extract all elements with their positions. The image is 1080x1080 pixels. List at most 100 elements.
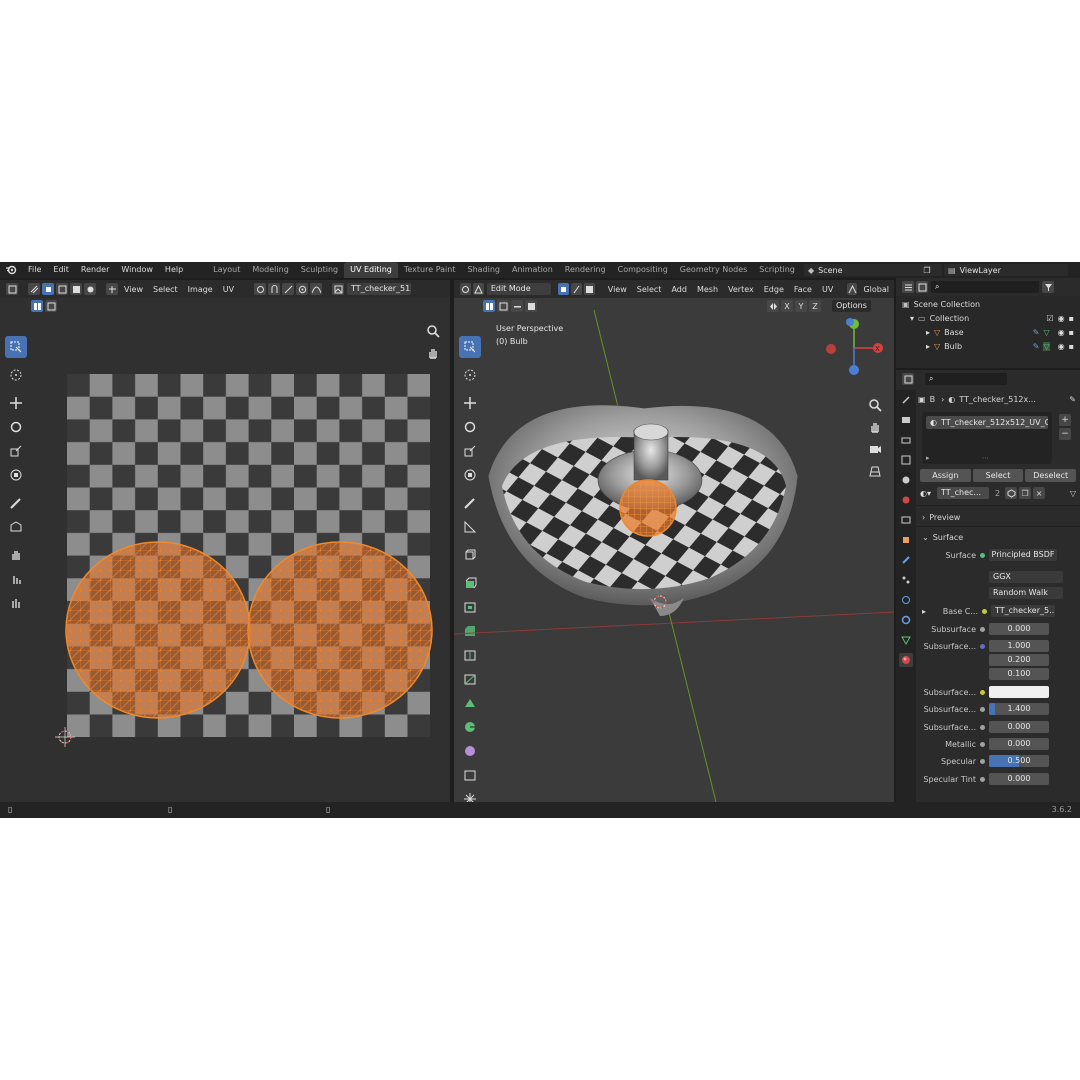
menu-file[interactable]: File [22, 262, 47, 278]
value-slider[interactable]: 0.000 [989, 721, 1049, 733]
tab-sculpting[interactable]: Sculpting [295, 262, 344, 278]
surface-shader-field[interactable]: Principled BSDF [989, 549, 1057, 561]
blender-logo-icon[interactable] [4, 263, 18, 277]
particles-tab-icon[interactable] [899, 573, 913, 587]
collection-tab-icon[interactable] [899, 513, 913, 527]
value-socket-icon [980, 724, 985, 730]
display-mode-icon[interactable] [916, 281, 928, 293]
scene-selector[interactable]: ◆ Scene [804, 264, 912, 276]
3d-viewport[interactable]: Edit Mode View Select Add Mesh Vertex Ed… [454, 280, 894, 802]
modifier-tab-icon[interactable] [899, 553, 913, 567]
value-slider[interactable]: 0.100 [989, 668, 1049, 680]
outliner-row-bulb[interactable]: ▸ ▽ Bulb ✎ ▽ ◉ ▪ [926, 340, 1074, 353]
material-slots-list[interactable]: ◐ TT_checker_512x512_UV_G... ▸ ⋯ [922, 412, 1052, 464]
properties-tabs [896, 390, 916, 802]
deselect-button[interactable]: Deselect [1025, 468, 1077, 482]
remove-slot-icon[interactable]: − [1059, 428, 1071, 440]
world-tab-icon[interactable] [899, 493, 913, 507]
expand-arrow-icon[interactable]: ▸ [922, 607, 926, 616]
preview-panel-header[interactable]: › Preview [922, 510, 1076, 524]
area-divider[interactable] [894, 280, 896, 802]
constraints-tab-icon[interactable] [899, 613, 913, 627]
filter-icon[interactable] [1042, 281, 1054, 293]
value-slider[interactable]: 1.000 [989, 640, 1049, 652]
camera-icon[interactable]: ▪ [1069, 342, 1074, 351]
tab-modeling[interactable]: Modeling [246, 262, 294, 278]
assign-button[interactable]: Assign [920, 468, 971, 482]
outliner-row-scene-collection[interactable]: ▣ Scene Collection [902, 298, 1074, 311]
material-slot-item[interactable]: ◐ TT_checker_512x512_UV_G... [926, 416, 1048, 429]
new-scene-button[interactable]: ❐ [912, 264, 942, 276]
physics-tab-icon[interactable] [899, 593, 913, 607]
data-tab-icon[interactable] [899, 633, 913, 647]
outliner-row-base[interactable]: ▸ ▽ Base ✎ ▽ ◉ ▪ [926, 326, 1074, 339]
tab-texture-paint[interactable]: Texture Paint [398, 262, 462, 278]
subsurface-method-dropdown[interactable]: Random Walk [989, 587, 1063, 599]
eye-icon[interactable]: ◉ [1058, 328, 1065, 337]
area-divider[interactable] [450, 280, 454, 802]
search-icon: ⌕ [935, 282, 940, 291]
value-slider[interactable]: 0.000 [989, 623, 1049, 635]
properties-editor-icon[interactable] [902, 373, 914, 385]
camera-icon[interactable]: ▪ [1069, 328, 1074, 337]
bulb-mesh-selected[interactable] [619, 479, 677, 537]
tab-shading[interactable]: Shading [461, 262, 506, 278]
value-slider[interactable]: 0.500 [989, 755, 1049, 767]
tool-tab-icon[interactable] [899, 393, 913, 407]
unlink-icon[interactable]: × [1033, 487, 1046, 499]
add-slot-icon[interactable]: + [1059, 414, 1071, 426]
value-slider[interactable]: 0.200 [989, 654, 1049, 666]
material-name-field[interactable]: TT_chec... [937, 487, 989, 499]
resize-grip-icon[interactable]: ⋯ [982, 454, 989, 462]
duplicate-icon[interactable]: ❐ [1019, 487, 1032, 499]
expand-arrow-icon[interactable]: ▸ [926, 454, 930, 462]
value-slider[interactable]: 0.000 [989, 738, 1049, 750]
value-slider[interactable]: 1.400 [989, 703, 1049, 715]
outliner-editor-icon[interactable] [902, 281, 914, 293]
tab-layout[interactable]: Layout [207, 262, 246, 278]
modifier-wrench-icon: ✎ [1032, 342, 1040, 351]
uv-editor[interactable]: View Select Image UV TT_checker_512 [0, 280, 450, 802]
tab-uv-editing[interactable]: UV Editing [344, 262, 398, 278]
menu-help[interactable]: Help [159, 262, 189, 278]
object-tab-icon[interactable] [899, 533, 913, 547]
select-button[interactable]: Select [972, 468, 1024, 482]
material-browse-icon[interactable]: ◐▾ [920, 489, 931, 498]
checkbox-icon[interactable]: ☑ [1046, 314, 1053, 323]
eye-icon[interactable]: ◉ [1058, 314, 1065, 323]
uv-canvas[interactable] [0, 280, 450, 802]
output-tab-icon[interactable] [899, 433, 913, 447]
view-layer-tab-icon[interactable] [899, 453, 913, 467]
pin-icon[interactable]: ✎ [1069, 395, 1076, 404]
property-row: Specular 0.500 [918, 754, 1076, 768]
viewport-scene[interactable] [454, 280, 894, 802]
value-slider[interactable]: 0.000 [989, 773, 1049, 785]
color-swatch[interactable] [989, 686, 1049, 698]
eye-icon[interactable]: ◉ [1058, 342, 1065, 351]
view-layer-selector[interactable]: ▤ ViewLayer [944, 264, 1068, 276]
render-tab-icon[interactable] [899, 413, 913, 427]
tab-scripting[interactable]: Scripting [753, 262, 801, 278]
outliner-search-input[interactable]: ⌕ [931, 281, 1039, 293]
value-socket-icon [980, 626, 985, 632]
menu-edit[interactable]: Edit [47, 262, 75, 278]
menu-render[interactable]: Render [75, 262, 115, 278]
distribution-dropdown[interactable]: GGX [989, 571, 1063, 583]
menu-window[interactable]: Window [115, 262, 159, 278]
camera-icon[interactable]: ▪ [1069, 314, 1074, 323]
material-tab-icon[interactable] [899, 653, 913, 667]
mouse-middle-icon: ▯ [168, 805, 173, 814]
tab-geometry-nodes[interactable]: Geometry Nodes [674, 262, 753, 278]
tab-compositing[interactable]: Compositing [612, 262, 674, 278]
properties-search-input[interactable]: ⌕ [925, 373, 1007, 385]
image-texture-link[interactable]: TT_checker_5... [991, 605, 1056, 617]
surface-panel-header[interactable]: ⌄ Surface [922, 530, 1076, 544]
fake-user-icon[interactable] [1005, 487, 1018, 499]
outliner-row-collection[interactable]: ▾ ▭ Collection ☑ ◉ ▪ [910, 312, 1074, 325]
tab-animation[interactable]: Animation [506, 262, 559, 278]
link-filter-icon[interactable]: ▽ [1070, 489, 1076, 498]
user-count[interactable]: 2 [995, 489, 1000, 498]
properties-breadcrumb: ▣ B › ◐ TT_checker_512x... ✎ [918, 392, 1076, 406]
scene-tab-icon[interactable] [899, 473, 913, 487]
tab-rendering[interactable]: Rendering [559, 262, 612, 278]
